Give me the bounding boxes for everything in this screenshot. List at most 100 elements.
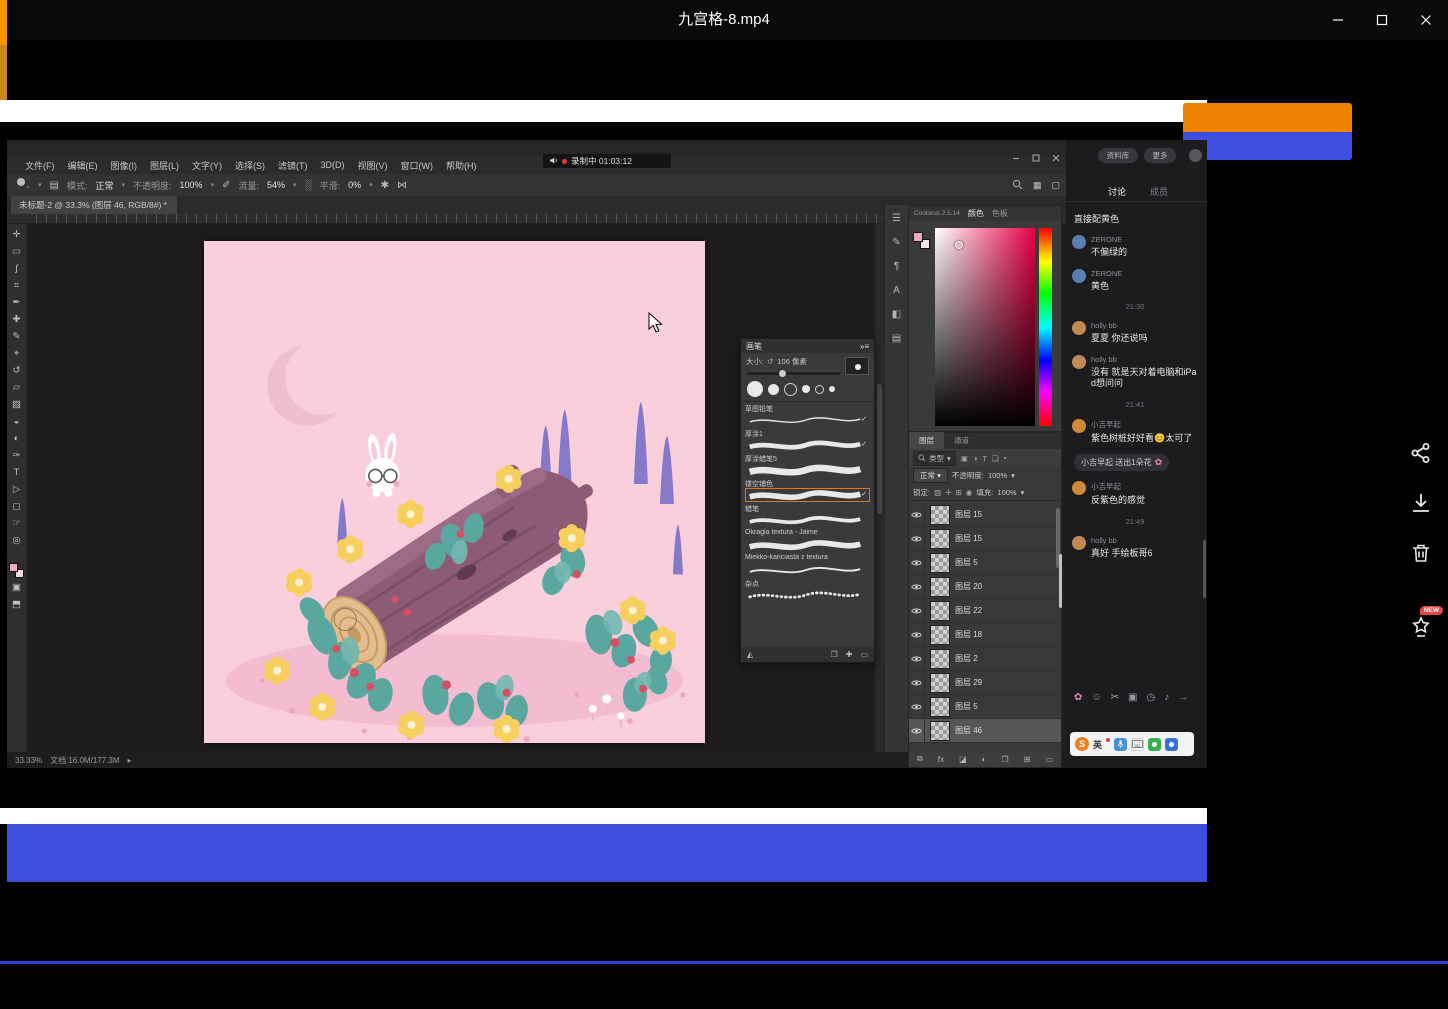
foreground-background-swatches[interactable] [913,232,931,250]
brush-tip-icon[interactable] [829,386,835,392]
avatar[interactable] [1189,149,1202,162]
paragraph-panel-icon[interactable]: ¶ [894,261,899,272]
zoom-tool-icon[interactable]: ◎ [8,532,26,549]
emoji-icon[interactable]: ☺ [1091,692,1101,703]
ps-menu-item-0[interactable]: 文件(F) [25,159,55,172]
artwork-canvas[interactable] [204,241,705,743]
layer-row[interactable]: 图层 5 [909,695,1061,719]
saturation-value-picker[interactable] [935,228,1035,426]
brush-item[interactable]: Okragla textura - Jaime [745,529,870,552]
brush-size-slider[interactable] [747,372,840,375]
reset-size-icon[interactable]: ↺ [767,357,773,366]
new-group-icon[interactable]: ❐ [1001,755,1008,764]
blend-mode-dropdown[interactable]: 正常 ▾ [913,468,948,483]
brush-item[interactable]: 厚涂1✓ [745,429,870,452]
visibility-eye-icon[interactable] [909,551,925,574]
filter-shape-icon[interactable]: ❏ [992,454,999,463]
brush-tool-icon[interactable]: ✎ [8,328,26,345]
shape-tool-icon[interactable]: ◻ [8,498,26,515]
symmetry-icon[interactable]: ⋈ [397,180,407,191]
brush-item[interactable]: Miekko-kanciasta z textura [745,554,870,577]
layer-row[interactable]: 图层 15 [909,527,1061,551]
tab-color[interactable]: 颜色 [968,208,984,219]
layer-row[interactable]: 图层 15 [909,503,1061,527]
ps-menu-item-2[interactable]: 图像(I) [111,159,138,172]
brush-tip-icon[interactable] [815,385,824,394]
lasso-tool-icon[interactable]: ʃ [8,260,26,277]
layer-row[interactable]: 图层 22 [909,599,1061,623]
foreground-color-swatch[interactable] [9,563,18,572]
lock-all-icon[interactable]: ◉ [966,488,973,497]
history-brush-tool-icon[interactable]: ↺ [8,362,26,379]
video-frame[interactable]: 文件(F)编辑(E)图像(I)图层(L)文字(Y)选择(S)滤镜(T)3D(D)… [7,140,1207,768]
canvas-scrollbar[interactable] [875,224,884,752]
brush-tip-icon[interactable] [802,385,810,393]
filter-pixel-icon[interactable]: ▣ [961,454,968,463]
document-tab[interactable]: 未标题-2 @ 33.3% (图层 46, RGB/8#) * [11,196,177,214]
download-button[interactable] [1407,490,1435,518]
ps-menu-item-7[interactable]: 3D(D) [321,160,345,170]
ime-language-toggle[interactable]: 英 [1093,738,1102,751]
brush-tip-icon[interactable] [768,384,779,395]
layer-row[interactable]: 图层 20 [909,575,1061,599]
ime-tool-icon[interactable] [1148,738,1161,751]
avatar[interactable] [1072,321,1086,335]
visibility-eye-icon[interactable] [909,527,925,550]
avatar[interactable] [1072,355,1086,369]
brush-tip-icon[interactable] [747,381,763,397]
blur-tool-icon[interactable]: ◒ [8,413,26,430]
visibility-eye-icon[interactable] [909,599,925,622]
keyboard-icon[interactable] [1131,738,1144,751]
share-button[interactable] [1407,440,1435,468]
smoothing-value[interactable]: 0% [348,180,361,190]
pressure-opacity-icon[interactable]: ✐ [222,180,230,191]
delete-brush-icon[interactable]: ▭ [860,650,868,659]
fill-value[interactable]: 100% [997,488,1016,497]
move-tool-icon[interactable]: ✛ [8,226,26,243]
tab-discussion[interactable]: 讨论 [1108,185,1126,198]
workspace-icon[interactable]: ▢ [1051,180,1060,191]
visibility-eye-icon[interactable] [909,695,925,718]
layer-row[interactable]: 图层 2 [909,647,1061,671]
ps-minimize-icon[interactable] [1012,154,1020,164]
microphone-icon[interactable] [1114,738,1127,751]
new-layer-icon[interactable]: ⊞ [1024,755,1031,764]
lock-position-icon[interactable]: ⊞ [955,488,961,497]
ps-menu-item-1[interactable]: 编辑(E) [68,159,98,172]
panel-menu-icon[interactable]: »≡ [860,342,869,351]
brush-preset-icon[interactable] [15,177,30,193]
tab-members[interactable]: 成员 [1150,185,1168,198]
path-select-tool-icon[interactable]: ▷ [8,481,26,498]
flow-value[interactable]: 54% [267,180,285,190]
ime-panel-icon[interactable] [1165,738,1178,751]
brush-item[interactable]: 镂空铺色✓ [745,479,870,502]
brush-settings-panel-icon[interactable]: ✎ [892,237,900,248]
ps-menu-item-3[interactable]: 图层(L) [150,159,179,172]
tab-swatches[interactable]: 色板 [992,208,1008,219]
brush-tip-icon[interactable] [784,383,797,396]
brush-size-value[interactable]: 106 像素 [777,356,807,367]
filter-smart-icon[interactable]: ⬩ [1004,453,1007,463]
close-button[interactable] [1404,0,1448,40]
quick-mask-icon[interactable]: ▣ [8,579,26,596]
chat-more-button[interactable]: 更多 [1144,148,1176,163]
delete-layer-icon[interactable]: ▭ [1045,755,1053,764]
image-icon[interactable]: ▣ [1128,692,1137,703]
eraser-tool-icon[interactable]: ▱ [8,379,26,396]
avatar[interactable] [1072,419,1086,433]
zoom-level[interactable]: 33.33% [15,756,42,765]
brush-item[interactable]: 厚涂蜡笔5 [745,454,870,477]
delete-button[interactable] [1407,540,1435,568]
clip-icon[interactable]: ✂ [1111,692,1119,703]
avatar[interactable] [1072,235,1086,249]
more-icon[interactable]: → [1178,692,1188,703]
ps-menu-item-9[interactable]: 窗口(W) [401,159,434,172]
filter-type-dropdown[interactable]: 类型▾ [913,451,956,466]
ps-menu-item-4[interactable]: 文字(Y) [192,159,222,172]
layer-row[interactable]: 图层 29 [909,671,1061,695]
notify-icon[interactable]: ♪ [1164,692,1169,703]
dodge-tool-icon[interactable]: ◐ [8,430,26,447]
gradient-tool-icon[interactable]: ▨ [8,396,26,413]
layer-row[interactable]: 图层 46 [909,719,1061,743]
new-group-icon[interactable]: ❐ [831,650,838,659]
